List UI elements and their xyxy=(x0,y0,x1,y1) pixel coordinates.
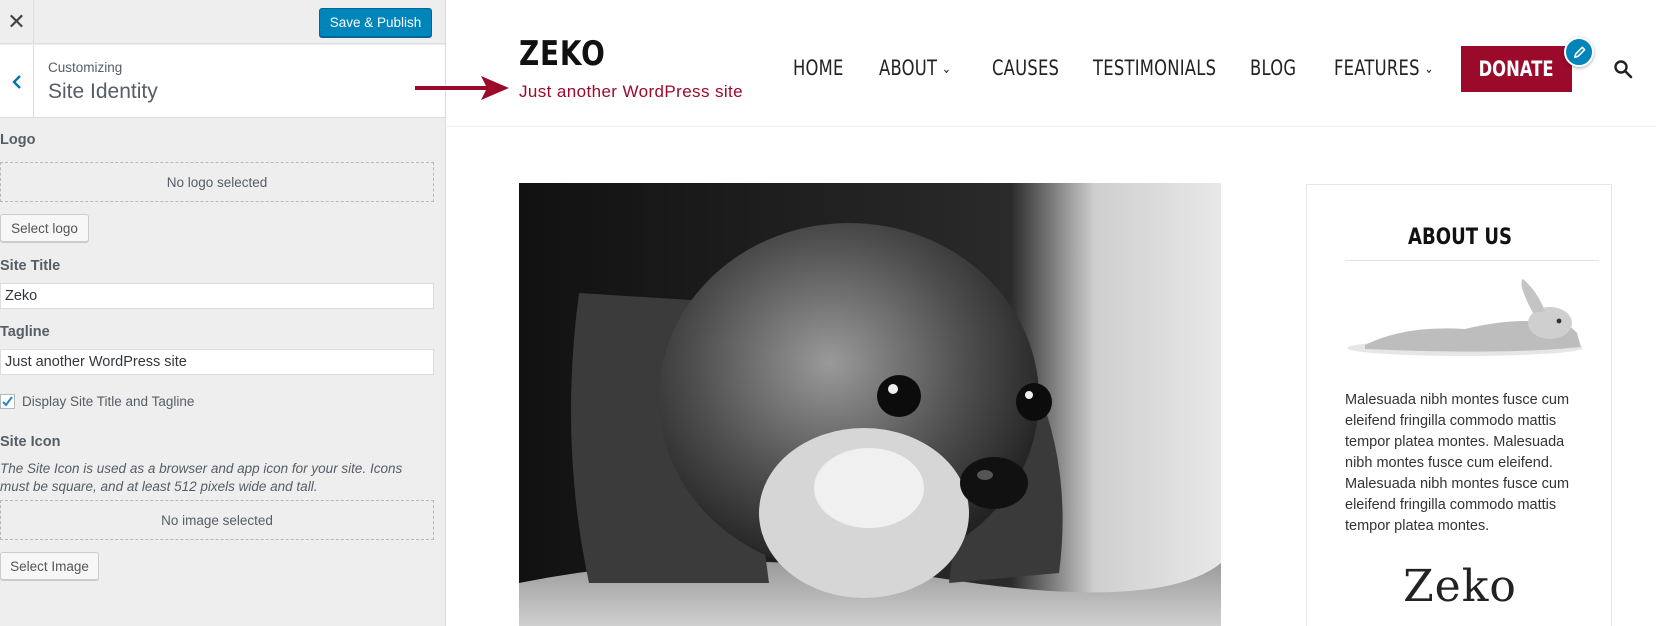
site-icon-description: The Site Icon is used as a browser and a… xyxy=(0,461,403,494)
rabbit-image xyxy=(1345,273,1599,373)
tagline-label: Tagline xyxy=(0,324,50,340)
customizer-panel: ✕ Save & Publish Customizing Site Identi… xyxy=(0,0,446,626)
site-tagline: Just another WordPress site xyxy=(519,82,744,101)
section-title: Site Identity xyxy=(48,80,158,103)
display-title-tagline-row: Display Site Title and Tagline xyxy=(0,394,194,409)
customizer-topbar: ✕ Save & Publish xyxy=(0,0,445,44)
nav-item-blog[interactable]: BLOG xyxy=(1250,56,1296,80)
nav-home-label: HOME xyxy=(793,56,844,80)
site-title[interactable]: ZEKO xyxy=(519,34,606,74)
checkmark-icon xyxy=(2,396,13,407)
nav-causes-label: CAUSES xyxy=(992,56,1060,80)
display-title-tagline-checkbox[interactable] xyxy=(0,394,15,409)
search-icon[interactable] xyxy=(1613,59,1633,79)
site-preview: ZEKO Just another WordPress site HOME AB… xyxy=(415,0,1656,626)
donate-label: DONATE xyxy=(1478,57,1555,81)
site-icon-label: Site Icon xyxy=(0,434,61,450)
nav-item-testimonials[interactable]: TESTIMONIALS xyxy=(1093,56,1216,80)
nav-item-home[interactable]: HOME xyxy=(793,56,844,80)
display-title-tagline-label: Display Site Title and Tagline xyxy=(22,394,195,409)
breadcrumb: Customizing xyxy=(48,60,123,75)
pencil-icon xyxy=(1573,46,1585,58)
donate-button[interactable]: DONATE xyxy=(1461,46,1572,92)
about-widget: ABOUT US Malesuada nibh montes fusce cum… xyxy=(1306,184,1612,626)
widget-text: Malesuada nibh montes fusce cum eleifend… xyxy=(1345,392,1570,534)
site-title-label: Site Title xyxy=(0,258,61,274)
arrow-icon xyxy=(415,76,509,100)
featured-image xyxy=(519,183,1221,626)
nav-testimonials-label: TESTIMONIALS xyxy=(1093,56,1217,80)
site-header: ZEKO Just another WordPress site HOME AB… xyxy=(415,0,1656,127)
back-button[interactable] xyxy=(0,45,34,118)
back-chevron-icon xyxy=(11,74,21,89)
edit-shortcut-button[interactable] xyxy=(1564,37,1594,67)
nav-features-label: FEATURES xyxy=(1334,56,1420,80)
widget-title: ABOUT US xyxy=(1408,225,1512,250)
save-publish-button[interactable]: Save & Publish xyxy=(319,8,432,37)
nav-about-label: ABOUT xyxy=(879,56,938,80)
site-icon-placeholder: No image selected xyxy=(0,500,434,540)
nav-item-about[interactable]: ABOUT ⌄ xyxy=(879,56,951,80)
nav-item-causes[interactable]: CAUSES xyxy=(992,56,1059,80)
logo-label: Logo xyxy=(0,132,36,148)
zeko-logo: Zeko xyxy=(1403,561,1517,612)
site-title-input[interactable] xyxy=(0,283,434,309)
section-header: Customizing Site Identity xyxy=(0,45,445,118)
nav-blog-label: BLOG xyxy=(1250,56,1297,80)
chevron-down-icon: ⌄ xyxy=(1424,61,1434,77)
chevron-down-icon: ⌄ xyxy=(941,61,952,77)
select-image-button[interactable]: Select Image xyxy=(0,552,99,580)
widget-divider xyxy=(1345,260,1599,261)
close-icon[interactable]: ✕ xyxy=(0,0,34,44)
nav-item-features[interactable]: FEATURES ⌄ xyxy=(1334,56,1434,80)
select-logo-button[interactable]: Select logo xyxy=(0,214,89,242)
tagline-input[interactable] xyxy=(0,349,434,375)
logo-placeholder: No logo selected xyxy=(0,162,434,202)
